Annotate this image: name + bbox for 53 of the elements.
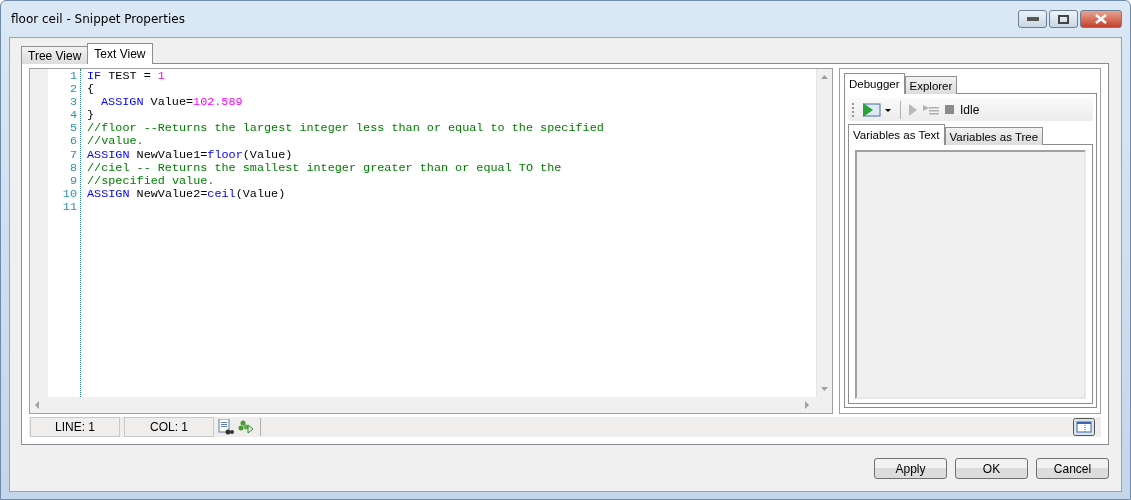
layout-toggle-icon[interactable] [1073, 418, 1095, 436]
dialog-button[interactable]: Cancel [1036, 458, 1109, 479]
code-line: ASSIGN NewValue2=ceil(Value) [87, 187, 287, 201]
maximize-icon [1058, 14, 1069, 24]
window-title: floor ceil - Snippet Properties [11, 12, 186, 26]
line-number: 4 [68, 109, 78, 123]
line-indicator: LINE: 1 [30, 417, 120, 437]
line-number: 7 [68, 148, 78, 162]
line-number: 2 [68, 83, 78, 97]
code-line: ASSIGN Value=102.589 [100, 96, 244, 110]
maximize-button[interactable] [1049, 10, 1078, 28]
side-tab[interactable]: Explorer [904, 76, 958, 94]
dialog-button[interactable]: Apply [874, 458, 947, 479]
vertical-scrollbar[interactable] [816, 69, 832, 397]
scroll-up-icon[interactable] [821, 73, 828, 81]
code-line: ASSIGN NewValue1=floor(Value) [87, 148, 294, 162]
grip-icon [852, 101, 856, 118]
view-tab[interactable]: Tree View [21, 46, 89, 64]
line-number: 1 [68, 70, 78, 84]
scroll-left-icon[interactable] [34, 401, 40, 409]
line-number: 10 [61, 187, 78, 201]
code-line: //ciel -- Returns the smallest integer greater than or equal TO the [87, 161, 563, 175]
find-document-icon[interactable] [218, 419, 234, 435]
close-button[interactable] [1080, 10, 1122, 28]
dialog-button[interactable]: OK [955, 458, 1028, 479]
step-icon[interactable] [923, 103, 939, 116]
scroll-down-icon[interactable] [821, 385, 828, 393]
line-number: 3 [68, 96, 78, 110]
view-tab[interactable]: Text View [87, 43, 153, 64]
line-number: 5 [68, 122, 78, 136]
code-line: //value. [87, 135, 145, 149]
run-dropdown-icon[interactable] [862, 101, 892, 118]
code-line: { [87, 83, 96, 97]
variables-tab[interactable]: Variables as Tree [944, 127, 1044, 145]
variables-tab[interactable]: Variables as Text [848, 124, 945, 145]
line-number: 6 [68, 135, 78, 149]
code-editor[interactable] [29, 68, 833, 414]
play-icon[interactable] [909, 103, 917, 116]
minimize-icon [1026, 17, 1039, 21]
line-number: 11 [61, 200, 78, 215]
code-line: } [87, 109, 96, 123]
line-number: 8 [68, 161, 78, 175]
debugger-status: Idle [960, 102, 980, 117]
minimize-button[interactable] [1018, 10, 1047, 28]
line-number: 9 [68, 174, 78, 188]
side-tab[interactable]: Debugger [844, 73, 905, 94]
code-line: IF TEST = 1 [87, 70, 166, 84]
scroll-right-icon[interactable] [804, 401, 810, 409]
code-line: //floor --Returns the largest integer less than or equal to the specified [87, 122, 604, 136]
column-indicator: COL: 1 [124, 417, 214, 437]
horizontal-scrollbar[interactable] [30, 397, 832, 413]
close-icon [1095, 14, 1107, 24]
code-line: //specified value. [87, 174, 216, 188]
